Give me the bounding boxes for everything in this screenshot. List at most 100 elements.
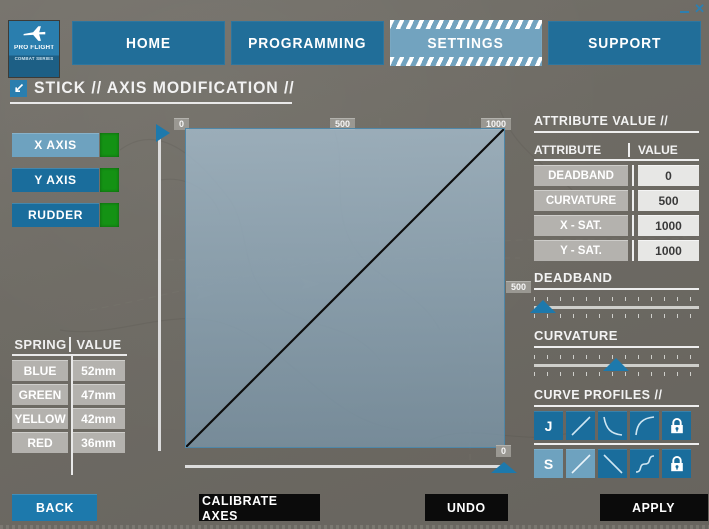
curve-profile-j-linear[interactable]: [566, 411, 595, 440]
curve-profiles-rule: [534, 405, 699, 407]
tab-settings-label: SETTINGS: [427, 34, 505, 52]
table-row: X - SAT. 1000: [534, 215, 699, 236]
spring-value: 47mm: [72, 384, 125, 405]
attribute-value[interactable]: 1000: [638, 215, 699, 236]
attribute-name: CURVATURE: [534, 190, 628, 211]
hatch-stripe-bottom: [389, 57, 543, 66]
spring-name: YELLOW: [12, 408, 68, 429]
sidebar-item-x-axis[interactable]: X AXIS: [12, 133, 119, 157]
x-axis-label: X AXIS: [12, 133, 99, 157]
spring-name: RED: [12, 432, 68, 453]
attribute-value[interactable]: 0: [638, 165, 699, 186]
y-saturation-slider-handle[interactable]: [156, 124, 170, 142]
top-navigation: PRO FLIGHT COMBAT SERIES HOME PROGRAMMIN…: [8, 20, 701, 78]
curve-profile-s-lock[interactable]: [662, 449, 691, 478]
page-title: STICK // AXIS MODIFICATION //: [10, 78, 314, 98]
curve-profile-j-button[interactable]: J: [534, 411, 563, 440]
window-controls: ✕: [679, 2, 705, 15]
calibrate-axes-button[interactable]: CALIBRATE AXES: [199, 493, 320, 523]
back-button[interactable]: BACK: [12, 494, 97, 521]
curve-profile-j-lock[interactable]: [662, 411, 691, 440]
curve-profile-j-scurve[interactable]: [630, 411, 659, 440]
curvature-slider[interactable]: [534, 355, 699, 377]
application-window: ✕ PRO FLIGHT COMBAT SERIES HOME PROGRAMM…: [0, 0, 709, 529]
spring-table-header: SPRING VALUE: [12, 337, 127, 354]
curve-profile-s-button[interactable]: S: [534, 449, 563, 478]
spring-header-label: SPRING: [14, 337, 67, 352]
x-saturation-slider[interactable]: [185, 462, 517, 473]
lock-icon: [670, 455, 683, 471]
attribute-name: X - SAT.: [534, 215, 628, 236]
tab-settings[interactable]: SETTINGS: [389, 20, 543, 66]
spring-name: BLUE: [12, 360, 68, 381]
y-saturation-slider[interactable]: [156, 124, 170, 451]
tab-support[interactable]: SUPPORT: [548, 21, 701, 65]
plot-area[interactable]: [185, 128, 505, 448]
undo-button[interactable]: UNDO: [425, 494, 508, 521]
sidebar-item-rudder[interactable]: RUDDER: [12, 203, 119, 227]
jet-icon: [23, 26, 46, 41]
deadband-ticks-bottom: [534, 314, 699, 318]
sidebar-item-y-axis[interactable]: Y AXIS: [12, 168, 119, 192]
deadband-ticks-top: [534, 297, 699, 301]
tab-home[interactable]: HOME: [72, 21, 225, 65]
tab-programming-label: PROGRAMMING: [248, 34, 367, 52]
curve-profile-s-descending[interactable]: [598, 449, 627, 478]
minimize-icon[interactable]: [679, 3, 690, 15]
page-title-rule: [10, 102, 292, 104]
curvature-slider-handle[interactable]: [603, 358, 629, 371]
table-row: CURVATURE 500: [534, 190, 699, 211]
deadband-slider-handle[interactable]: [530, 300, 556, 313]
spring-value-header-label: VALUE: [68, 337, 127, 352]
attribute-row-divider: [632, 190, 634, 211]
page-title-text: STICK // AXIS MODIFICATION //: [34, 78, 314, 98]
curve-plot: [186, 129, 504, 447]
response-curve-line: [186, 129, 504, 447]
table-row: GREEN 47mm: [12, 384, 127, 405]
y-axis-tick-500: 500: [506, 281, 532, 293]
attribute-name: DEADBAND: [534, 165, 628, 186]
curve-profiles-section: CURVE PROFILES // J S: [534, 388, 699, 478]
arrow-down-left-icon[interactable]: [10, 79, 27, 97]
attribute-name: Y - SAT.: [534, 240, 628, 261]
tab-support-label: SUPPORT: [588, 34, 662, 52]
x-axis-led: [100, 133, 119, 157]
curve-profile-s-inverted[interactable]: [630, 449, 659, 478]
spring-table-divider: [71, 355, 73, 475]
page-title-label: STICK // AXIS MODIFICATION //: [34, 78, 295, 97]
linear-curve-icon: [570, 415, 591, 436]
tab-programming[interactable]: PROGRAMMING: [230, 21, 384, 65]
curve-profile-row-s: S: [534, 449, 699, 478]
attribute-row-divider: [632, 215, 634, 236]
x-saturation-slider-handle[interactable]: [491, 462, 517, 473]
apply-button-label: APPLY: [632, 500, 676, 515]
apply-button[interactable]: APPLY: [600, 494, 708, 521]
curve-profiles-title: CURVE PROFILES //: [534, 388, 663, 402]
hatch-stripe-top: [389, 20, 543, 29]
lock-icon: [670, 417, 683, 433]
curve-profile-s-linear[interactable]: [566, 449, 595, 478]
table-row: Y - SAT. 1000: [534, 240, 699, 261]
curvature-label: CURVATURE: [534, 328, 618, 343]
attribute-value[interactable]: 500: [638, 190, 699, 211]
tab-home-label: HOME: [125, 34, 171, 52]
x-saturation-slider-value: 0: [496, 445, 512, 457]
concave-curve-icon: [602, 416, 622, 436]
descending-curve-icon: [602, 453, 623, 474]
right-panel: ATTRIBUTE VALUE // ATTRIBUTE VALUE DEADB…: [530, 114, 699, 478]
table-row: YELLOW 42mm: [12, 408, 127, 429]
deadband-slider[interactable]: [530, 297, 699, 319]
curvature-slider-block: CURVATURE: [534, 328, 699, 377]
curve-profile-j-concave[interactable]: [598, 411, 627, 440]
deadband-label: DEADBAND: [534, 270, 613, 285]
spring-value: 42mm: [72, 408, 125, 429]
rudder-label: RUDDER: [12, 203, 99, 227]
attribute-value[interactable]: 1000: [638, 240, 699, 261]
spring-table-rule: [12, 354, 127, 356]
brand-logo: PRO FLIGHT COMBAT SERIES: [8, 20, 60, 78]
curvature-ticks-bottom: [534, 372, 699, 376]
letter-j-icon: J: [544, 417, 553, 434]
curve-profile-row-j: J: [534, 411, 699, 440]
close-icon[interactable]: ✕: [694, 2, 705, 15]
inverted-s-curve-icon: [635, 454, 654, 473]
